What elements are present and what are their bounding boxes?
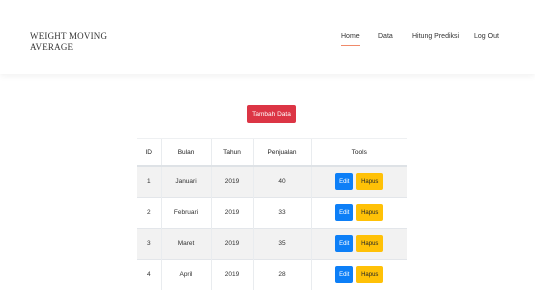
header-bulan: Bulan [160,139,211,167]
nav-data[interactable]: Data [378,33,393,40]
cell-bulan: April [160,258,211,290]
hapus-button[interactable]: Hapus [356,235,384,252]
cell-tools: Edit Hapus [310,165,407,197]
cell-tools: Edit Hapus [310,258,407,290]
cell-tahun: 2019 [210,227,253,259]
edit-button[interactable]: Edit [335,235,354,252]
header-id: ID [137,139,161,167]
hapus-button[interactable]: Hapus [356,204,384,221]
brand-line-1: WEIGHT MOVING [30,31,108,41]
data-table-container: ID Bulan Tahun Penjualan Tools 1 Januari… [137,129,407,290]
hapus-button[interactable]: Hapus [356,266,384,284]
table-row: 3 Maret 2019 35 Edit Hapus [137,227,407,259]
cell-tahun: 2019 [210,196,253,228]
cell-bulan: Januari [160,165,211,197]
table-top-strip [137,129,407,139]
cell-penjualan: 28 [252,258,311,290]
cell-penjualan: 40 [252,165,311,197]
cell-tools: Edit Hapus [310,196,407,228]
cell-bulan: Februari [160,196,211,228]
cell-id: 1 [137,165,161,197]
cell-id: 4 [137,258,161,290]
nav-hitung-prediksi[interactable]: Hitung Prediksi [412,33,459,40]
table-row: 1 Januari 2019 40 Edit Hapus [137,165,407,197]
cell-bulan: Maret [160,227,211,259]
brand-logo[interactable]: WEIGHT MOVING AVERAGE [30,31,150,53]
nav-home[interactable]: Home [341,33,360,46]
table-row: 4 April 2019 28 Edit Hapus [137,258,407,290]
cell-penjualan: 35 [252,227,311,259]
table-row: 2 Februari 2019 33 Edit Hapus [137,196,407,228]
edit-button[interactable]: Edit [335,266,354,284]
tambah-data-button[interactable]: Tambah Data [247,105,296,123]
cell-id: 3 [137,227,161,259]
cell-id: 2 [137,196,161,228]
header-penjualan: Penjualan [252,139,311,167]
cell-tahun: 2019 [210,258,253,290]
header-tools: Tools [310,139,407,167]
nav-log-out[interactable]: Log Out [474,33,499,40]
cell-tahun: 2019 [210,165,253,197]
sales-table: ID Bulan Tahun Penjualan Tools 1 Januari… [137,139,407,290]
edit-button[interactable]: Edit [335,204,354,221]
cell-tools: Edit Hapus [310,227,407,259]
header-tahun: Tahun [210,139,253,167]
top-navbar: WEIGHT MOVING AVERAGE Home Data Hitung P… [0,0,535,74]
cell-penjualan: 33 [252,196,311,228]
brand-line-2: AVERAGE [30,42,74,52]
table-header-row: ID Bulan Tahun Penjualan Tools [137,139,407,167]
edit-button[interactable]: Edit [335,173,354,191]
hapus-button[interactable]: Hapus [356,173,384,191]
